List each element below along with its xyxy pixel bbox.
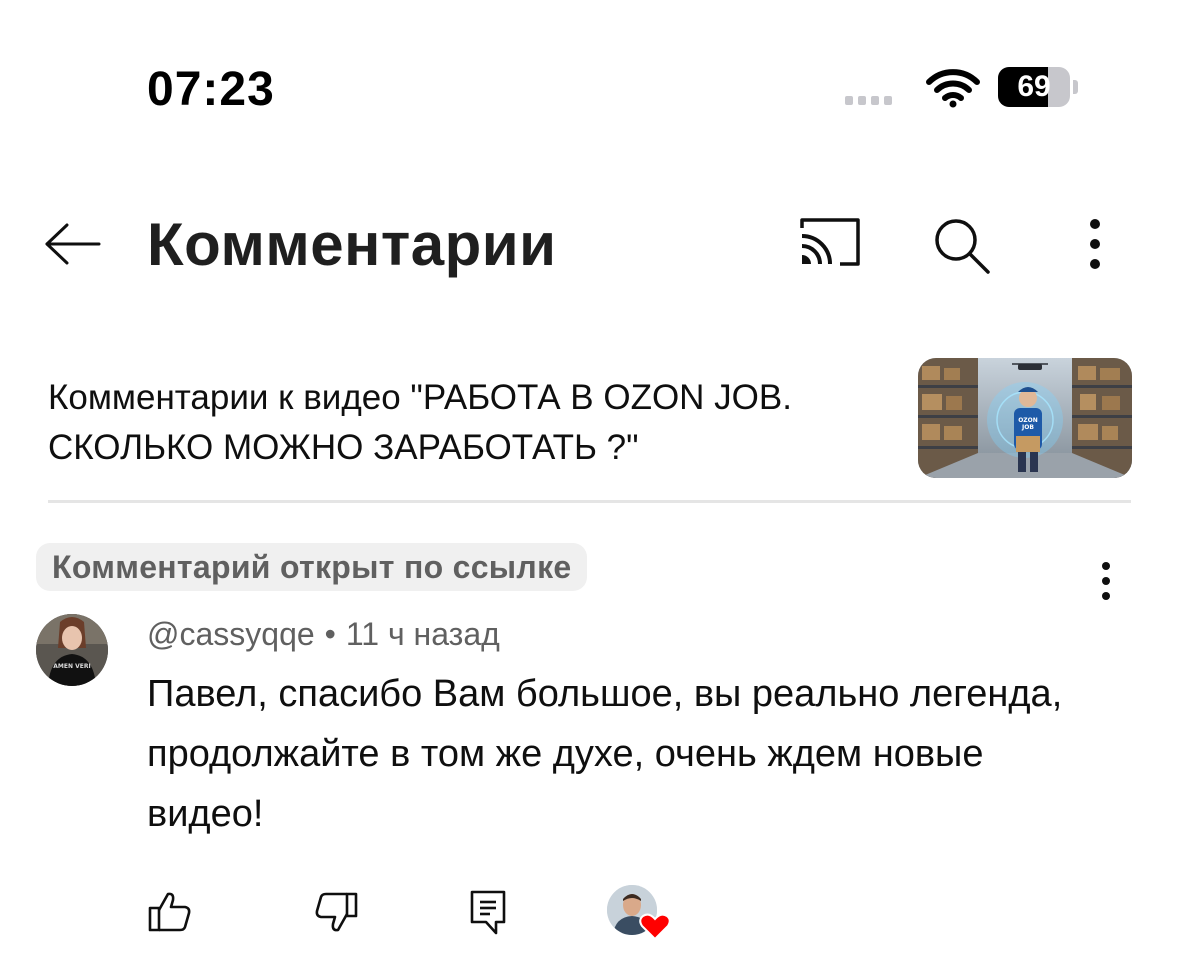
video-context[interactable]: Комментарии к видео "РАБОТА В OZON JOB. …: [48, 355, 1132, 503]
battery-percent: 69: [1017, 70, 1051, 103]
status-time: 07:23: [147, 63, 275, 116]
cast-icon: [800, 218, 860, 266]
like-button[interactable]: [142, 884, 198, 940]
more-vertical-icon: [1102, 562, 1110, 600]
comment-text: Павел, спасибо Вам большое, вы реально л…: [147, 673, 1063, 835]
thumbs-up-icon: [148, 892, 191, 932]
highlighted-comment-badge: Комментарий открыт по ссылке: [36, 543, 588, 591]
commenter-avatar-image: AMEN VERI: [36, 614, 108, 686]
heart-icon: [639, 913, 671, 941]
creator-heart: [607, 885, 671, 945]
app-header: Комментарии: [0, 180, 1179, 310]
search-icon: [935, 219, 990, 274]
reply-comment-icon: [470, 890, 506, 935]
page-title: Комментарии: [147, 211, 557, 278]
search-button[interactable]: [930, 214, 994, 278]
video-thumbnail[interactable]: OZON JOB: [918, 358, 1132, 478]
comment-author[interactable]: @cassyqqe: [147, 616, 315, 652]
wifi-icon: [926, 69, 980, 108]
dislike-button[interactable]: [308, 884, 364, 940]
arrow-left-icon: [45, 223, 101, 265]
more-options-button[interactable]: [1070, 214, 1120, 274]
more-vertical-icon: [1090, 219, 1100, 269]
svg-text:OZON: OZON: [1018, 417, 1038, 424]
comment-meta: @cassyqqe • 11 ч назад: [147, 616, 500, 653]
warehouse-thumbnail-image: OZON JOB: [918, 358, 1132, 478]
commenter-avatar[interactable]: AMEN VERI: [36, 614, 108, 686]
battery-indicator: 69: [998, 67, 1078, 107]
svg-text:JOB: JOB: [1021, 424, 1034, 431]
comment-timestamp: 11 ч назад: [345, 616, 500, 652]
cellular-signal-icon: [845, 96, 892, 105]
thumbs-down-icon: [315, 892, 358, 932]
comment-action-menu-button[interactable]: [1084, 556, 1128, 606]
svg-text:AMEN VERI: AMEN VERI: [53, 663, 90, 670]
cast-button[interactable]: [796, 214, 866, 274]
video-caption: Комментарии к видео "РАБОТА В OZON JOB. …: [48, 378, 792, 467]
back-button[interactable]: [40, 212, 104, 276]
meta-separator: •: [324, 616, 336, 652]
status-bar: 07:23 69: [0, 0, 1179, 150]
reply-button[interactable]: [460, 884, 516, 940]
